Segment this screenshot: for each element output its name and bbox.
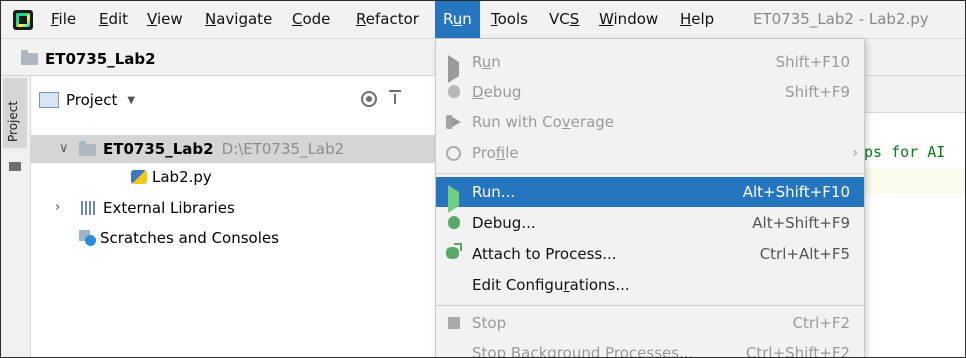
coverage-icon	[446, 115, 462, 129]
code-line: ps for AI	[864, 143, 946, 161]
stop-icon	[448, 317, 460, 329]
folder-icon	[21, 49, 38, 65]
menu-item-edit-configurations[interactable]: Edit Configurations...	[436, 270, 864, 300]
locate-file-icon[interactable]	[361, 91, 377, 107]
menu-item-debug[interactable]: Debug Shift+F9	[436, 77, 864, 107]
dropdown-arrow-icon: ▼	[127, 95, 136, 106]
pycharm-logo-icon[interactable]	[13, 10, 33, 30]
chevron-down-icon[interactable]: ∨	[59, 135, 69, 163]
collapse-all-icon[interactable]	[389, 90, 401, 106]
menu-vcs[interactable]: VCS	[541, 1, 587, 38]
profile-icon	[446, 146, 461, 161]
menu-navigate[interactable]: Navigate	[197, 1, 280, 38]
menu-window[interactable]: Window	[591, 1, 666, 38]
menu-file[interactable]: File	[43, 1, 84, 38]
project-tool-label: Project	[6, 100, 20, 142]
menu-item-run[interactable]: Run Shift+F10	[436, 47, 864, 83]
window-title: ET0735_Lab2 - Lab2.py	[753, 10, 929, 28]
menu-code[interactable]: Code	[284, 1, 338, 38]
python-file-icon	[131, 169, 147, 184]
run-menu-dropdown: Run Shift+F10 Debug Shift+F9 Run with Co…	[435, 38, 865, 357]
menu-item-debug-dialog[interactable]: Debug... Alt+Shift+F9	[436, 208, 864, 238]
scratches-icon	[79, 229, 96, 246]
libraries-icon	[81, 200, 96, 215]
project-window-icon	[39, 91, 59, 108]
menu-item-stop[interactable]: Stop Ctrl+F2	[436, 308, 864, 338]
menu-tools[interactable]: Tools	[483, 1, 536, 38]
project-panel-header: Project ▼	[31, 76, 435, 126]
breadcrumb-project[interactable]: ET0735_Lab2	[21, 49, 156, 68]
tool-window-strip: Project	[1, 76, 31, 357]
tree-item-scratches[interactable]: Scratches and Consoles	[31, 224, 435, 252]
tree-item-project-root[interactable]: ∨ ET0735_Lab2 D:\ET0735_Lab2	[31, 135, 435, 163]
tree-item-lab2-py[interactable]: Lab2.py	[31, 163, 435, 191]
menu-item-stop-background-processes[interactable]: Stop Background Processes... Ctrl+Shift+…	[436, 338, 864, 357]
menu-separator	[436, 173, 864, 174]
menu-item-run-with-coverage[interactable]: Run with Coverage	[436, 107, 864, 137]
folder-icon	[79, 140, 96, 156]
menu-item-attach-to-process[interactable]: Attach to Process... Ctrl+Alt+F5	[436, 239, 864, 269]
tree-item-external-libraries[interactable]: › External Libraries	[31, 194, 435, 222]
menu-edit[interactable]: Edit	[91, 1, 136, 38]
attach-process-icon	[446, 243, 462, 259]
menu-item-run-dialog[interactable]: Run... Alt+Shift+F10	[436, 177, 864, 213]
chevron-right-icon[interactable]: ›	[55, 194, 60, 222]
debug-icon	[448, 85, 460, 98]
menu-help[interactable]: Help	[672, 1, 722, 38]
menu-refactor[interactable]: Refactor	[348, 1, 427, 38]
menu-bar: File Edit View Navigate Code Refactor Ru…	[1, 1, 965, 39]
debug-icon	[448, 216, 460, 229]
ide-window: File Edit View Navigate Code Refactor Ru…	[0, 0, 966, 358]
menu-run[interactable]: Run	[435, 1, 480, 38]
folder-icon	[9, 162, 21, 171]
submenu-arrow-icon: ›	[852, 145, 858, 161]
menu-item-profile[interactable]: Profile ›	[436, 138, 864, 168]
project-view-selector[interactable]: Project ▼	[39, 91, 135, 109]
menu-separator	[436, 305, 864, 306]
menu-view[interactable]: View	[139, 1, 191, 38]
